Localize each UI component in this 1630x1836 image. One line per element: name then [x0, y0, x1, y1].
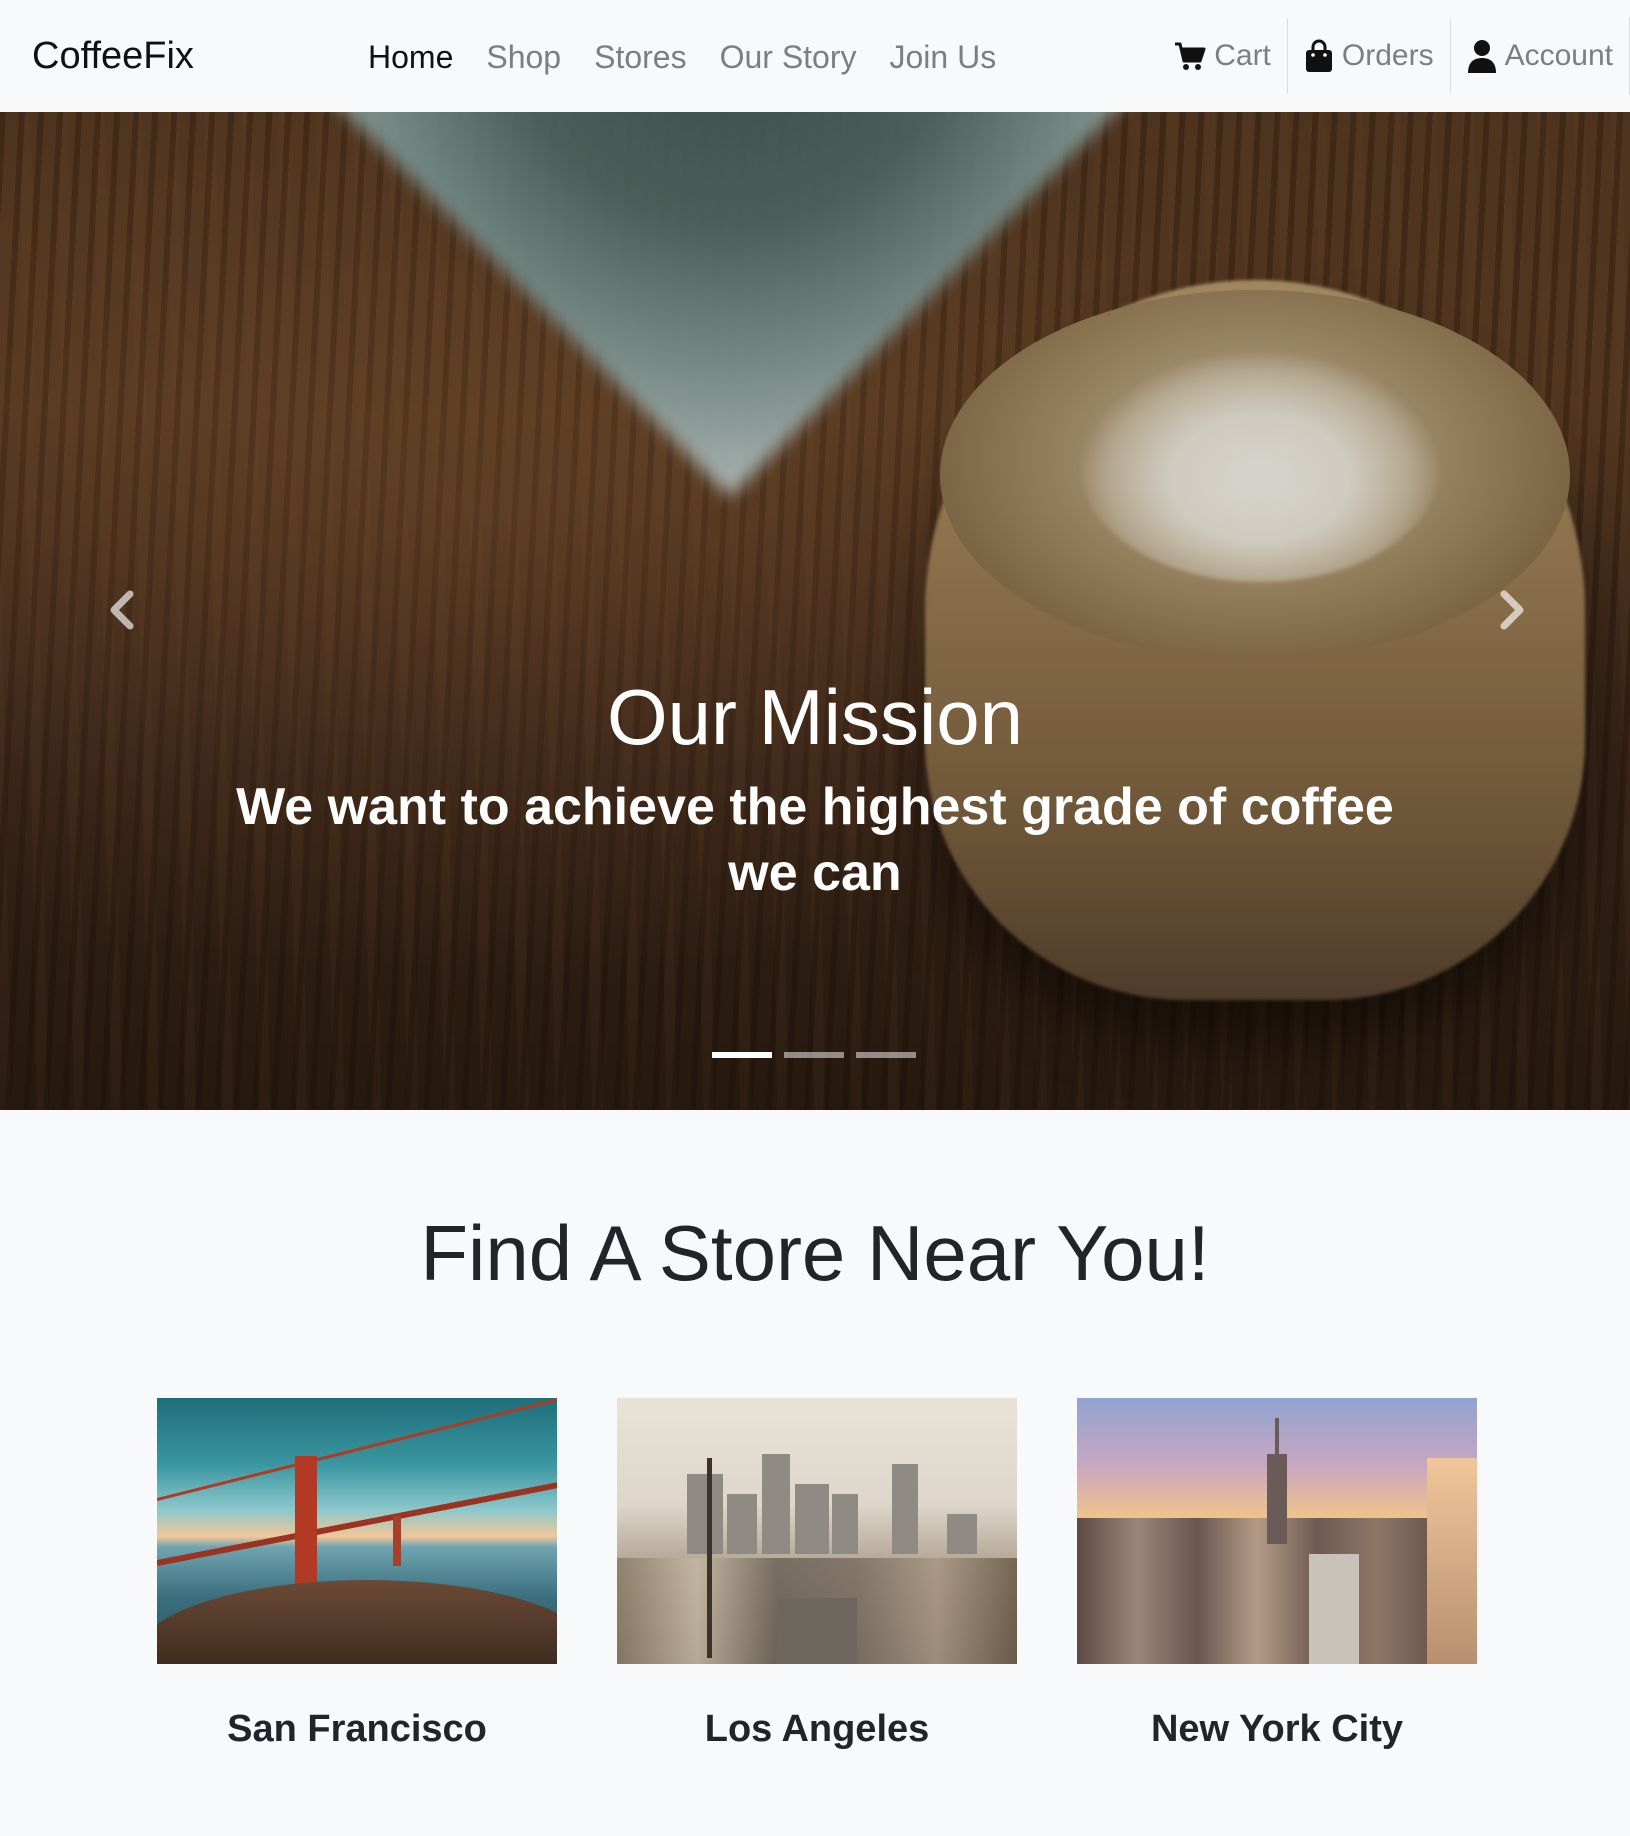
nav-link-our-story[interactable]: Our Story — [720, 34, 857, 80]
carousel-next-button[interactable] — [1480, 580, 1540, 640]
account-link[interactable]: Account — [1451, 18, 1630, 94]
hero-carousel: Our Mission We want to achieve the highe… — [0, 112, 1630, 1110]
nav-link-shop[interactable]: Shop — [486, 34, 561, 80]
orders-link[interactable]: Orders — [1288, 18, 1451, 94]
hero-overlay — [0, 112, 1630, 1110]
orders-label: Orders — [1341, 39, 1434, 72]
account-label: Account — [1504, 39, 1613, 72]
carousel-indicators — [712, 1052, 928, 1060]
cart-icon — [1175, 42, 1206, 70]
carousel-caption: Our Mission We want to achieve the highe… — [215, 672, 1415, 906]
nav-link-stores[interactable]: Stores — [594, 34, 686, 80]
store-card-new-york-city[interactable]: New York City — [1077, 1398, 1477, 1754]
nav-link-join-us[interactable]: Join Us — [890, 34, 997, 80]
store-name: Los Angeles — [704, 1708, 930, 1750]
store-image-san-francisco — [157, 1398, 557, 1664]
cart-label: Cart — [1214, 39, 1271, 72]
nav-link-home[interactable]: Home — [368, 34, 453, 80]
chevron-left-icon — [110, 590, 134, 630]
carousel-text: We want to achieve the highest grade of … — [236, 778, 1394, 902]
carousel-indicator-1[interactable] — [712, 1052, 772, 1058]
navbar: CoffeeFix Home Shop Stores Our Story Joi… — [0, 0, 1630, 112]
chevron-right-icon — [1500, 590, 1524, 630]
store-image-los-angeles — [617, 1398, 1017, 1664]
store-card-san-francisco[interactable]: San Francisco — [157, 1398, 557, 1754]
store-card-los-angeles[interactable]: Los Angeles — [617, 1398, 1017, 1754]
carousel-title: Our Mission — [606, 673, 1024, 761]
user-icon — [1467, 40, 1496, 73]
carousel-indicator-3[interactable] — [856, 1052, 916, 1058]
store-image-new-york-city — [1077, 1398, 1477, 1664]
nav-links: Home Shop Stores Our Story Join Us — [368, 34, 1029, 80]
stores-section-title: Find A Store Near You! — [420, 1209, 1210, 1297]
shopping-bag-icon — [1305, 39, 1332, 72]
brand-logo[interactable]: CoffeeFix — [32, 32, 194, 80]
nav-right: Cart Orders Account — [1174, 18, 1630, 94]
cart-link[interactable]: Cart — [1174, 18, 1288, 94]
carousel-indicator-2[interactable] — [784, 1052, 844, 1058]
store-name: San Francisco — [227, 1708, 487, 1750]
store-name: New York City — [1150, 1708, 1403, 1750]
carousel-prev-button[interactable] — [94, 580, 154, 640]
